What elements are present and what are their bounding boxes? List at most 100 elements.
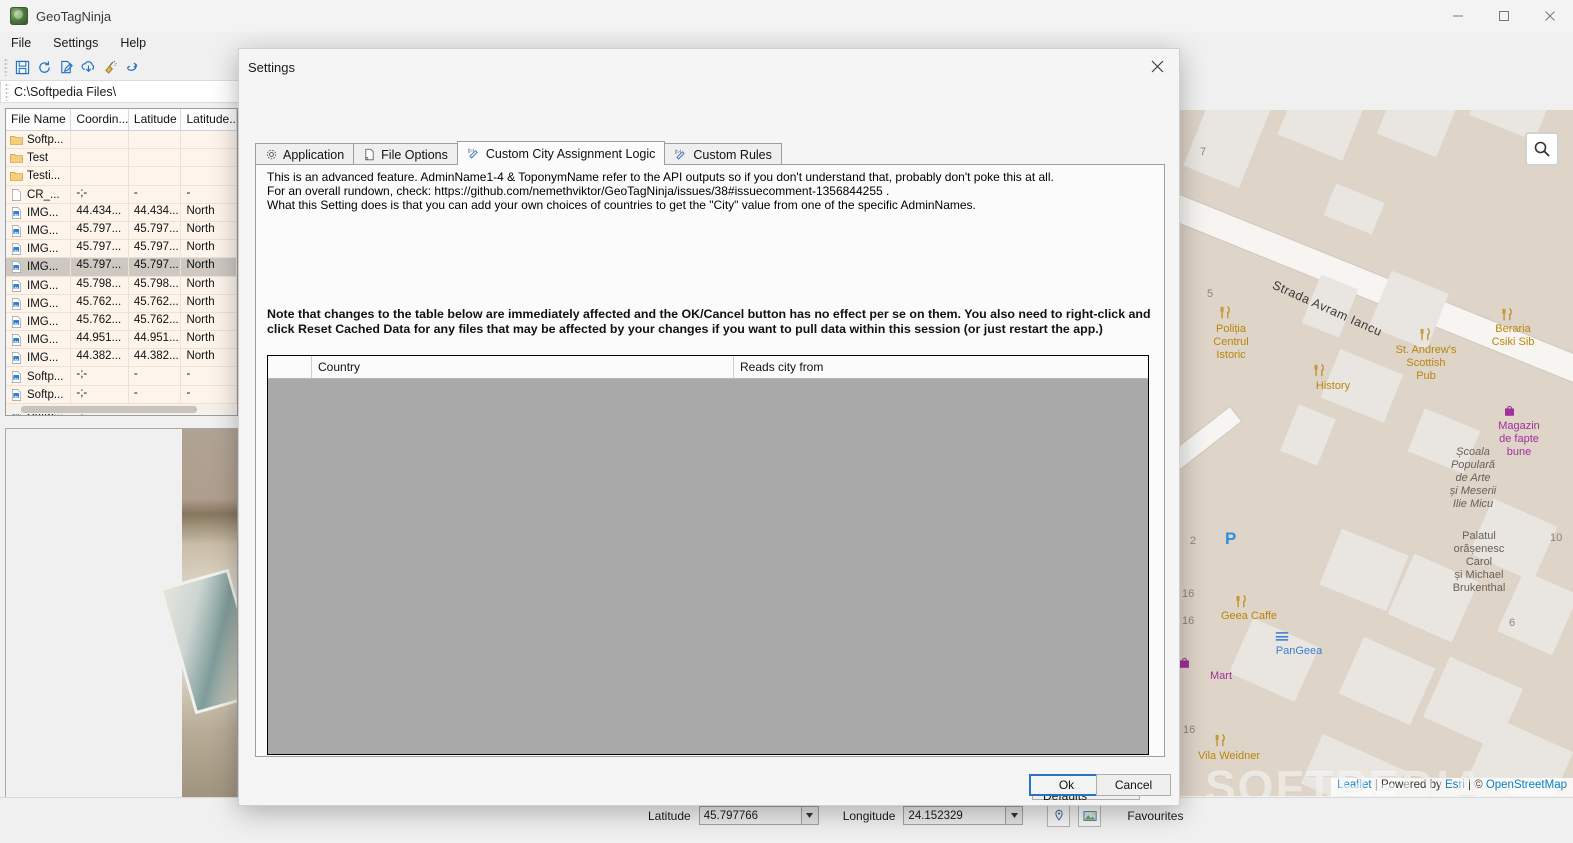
image-icon: [12, 334, 21, 347]
table-row[interactable]: IMG... 45.762... 45.762... North: [6, 294, 237, 313]
cell-file-name: Testi...: [6, 167, 72, 185]
maximize-icon[interactable]: [1481, 0, 1527, 32]
table-row[interactable]: IMG... 44.434... 44.434... North: [6, 203, 237, 222]
grid-column-reads-city-from[interactable]: Reads city from: [734, 356, 1148, 378]
coordinate-controls: Latitude 45.797766 Longitude 24.152329 F: [648, 804, 1183, 827]
table-row[interactable]: IMG... 45.797... 45.797... North: [6, 258, 237, 277]
menu-item-settings[interactable]: Settings: [42, 34, 109, 52]
file-list[interactable]: File Name Coordin... Latitude Latitude..…: [5, 108, 238, 416]
leaflet-link[interactable]: Leaflet: [1337, 779, 1372, 791]
toolbar-grip[interactable]: [4, 58, 8, 76]
column-header-file-name[interactable]: File Name: [6, 109, 72, 130]
map-poi-icon: [1218, 306, 1231, 321]
cell-coordinates: 45.797...: [71, 221, 129, 240]
help-line-3: What this Setting does is that you can a…: [267, 198, 976, 212]
cell-coordinates: 45.762...: [71, 294, 129, 312]
country-city-grid[interactable]: Country Reads city from: [267, 355, 1149, 755]
redo-arrow-icon[interactable]: [121, 56, 143, 78]
longitude-field[interactable]: 24.152329: [903, 806, 1024, 825]
map-panel[interactable]: Strada Avram Iancu 752616161610119Histor…: [1178, 110, 1573, 796]
map-pin-button[interactable]: [1047, 804, 1071, 827]
github-issue-link[interactable]: https://github.com/nemethviktor/GeoTagNi…: [434, 184, 882, 198]
table-row[interactable]: Testi...: [6, 167, 237, 186]
image-icon: [12, 370, 21, 383]
tab-custom-city-assignment-logic[interactable]: |▷| Custom City Assignment Logic: [456, 141, 666, 165]
gear-icon: [266, 149, 277, 160]
tab-custom-rules[interactable]: |▷| Custom Rules: [664, 143, 782, 165]
table-row[interactable]: IMG... 44.951... 44.951... North: [6, 331, 237, 350]
save-icon[interactable]: [11, 56, 33, 78]
file-name-text: IMG...: [27, 315, 59, 328]
application-window: GeoTagNinja File Settings Help C:\Softpe…: [0, 0, 1573, 843]
latitude-field[interactable]: 45.797766: [698, 806, 819, 825]
esri-link[interactable]: Esri: [1445, 779, 1465, 791]
openstreetmap-link[interactable]: OpenStreetMap: [1486, 779, 1567, 791]
cell-latitude-ref: [181, 167, 237, 185]
table-row[interactable]: CR_... -;- - -: [6, 185, 237, 204]
map-poi-icon: [1312, 364, 1325, 379]
cell-latitude-ref: North: [181, 276, 237, 294]
table-row[interactable]: IMG... 45.797... 45.797... North: [6, 221, 237, 241]
table-row[interactable]: Test: [6, 149, 237, 168]
map-poi-label: Mart: [1210, 670, 1232, 682]
file-name-text: IMG...: [27, 206, 59, 219]
file-name-text: IMG...: [27, 243, 59, 256]
tab-custom-city-assignment-logic-label: Custom City Assignment Logic: [485, 146, 656, 161]
cell-coordinates: -;-: [71, 385, 129, 403]
grid-column-country[interactable]: Country: [312, 356, 734, 378]
tab-application[interactable]: Application: [255, 143, 355, 165]
close-icon: [1151, 60, 1163, 72]
scrollbar-thumb[interactable]: [21, 406, 197, 413]
chevron-down-icon[interactable]: [800, 807, 818, 824]
table-row[interactable]: Softp...-;---: [6, 367, 237, 386]
table-row[interactable]: IMG... 45.798... 45.798... North: [6, 276, 237, 295]
table-row[interactable]: IMG... 45.762... 45.762... North: [6, 312, 237, 332]
map-search-button[interactable]: [1525, 132, 1559, 166]
cell-latitude: 45.798...: [129, 276, 182, 294]
map-house-number: 5: [1207, 288, 1214, 300]
table-row[interactable]: IMG... 45.797... 45.797... North: [6, 240, 237, 259]
cell-coordinates: 45.798...: [71, 276, 129, 294]
file-icon: [365, 148, 374, 161]
table-row[interactable]: Softp...-;---: [6, 385, 237, 404]
map-house-number: 2: [1190, 535, 1197, 547]
edit-file-icon[interactable]: [55, 56, 77, 78]
refresh-icon[interactable]: [33, 56, 55, 78]
column-header-latitude-ref[interactable]: Latitude...: [181, 109, 237, 130]
image-map-button[interactable]: [1078, 804, 1102, 827]
menu-item-file[interactable]: File: [0, 34, 42, 52]
file-list-hscrollbar[interactable]: [7, 404, 237, 414]
file-name-text: Softp...: [27, 388, 64, 401]
cell-latitude-ref: -: [181, 185, 237, 203]
settings-dialog-titlebar: Settings: [239, 49, 1179, 85]
menu-item-help[interactable]: Help: [109, 34, 157, 52]
file-name-text: IMG...: [27, 334, 59, 347]
map-poi-label: Beraria Csiki Sib: [1491, 323, 1535, 348]
path-bar[interactable]: C:\Softpedia Files\: [0, 80, 240, 103]
cell-file-name: IMG...: [6, 203, 72, 221]
minimize-icon[interactable]: [1435, 0, 1481, 32]
table-row[interactable]: Softp...: [6, 131, 237, 150]
download-icon[interactable]: [77, 56, 99, 78]
cell-latitude: 45.797...: [129, 221, 182, 240]
column-header-latitude[interactable]: Latitude: [129, 109, 182, 130]
close-icon[interactable]: [1527, 0, 1573, 32]
cell-latitude: 44.951...: [129, 331, 182, 349]
tab-application-label: Application: [283, 147, 345, 162]
file-name-text: Softp...: [27, 370, 64, 383]
help-line-2-suffix: .: [882, 184, 890, 198]
cancel-button[interactable]: Cancel: [1096, 774, 1171, 796]
cell-file-name: IMG...: [6, 221, 72, 240]
ok-button[interactable]: Ok: [1029, 774, 1104, 796]
image-preview-panel: [5, 428, 238, 816]
broom-clean-icon[interactable]: [99, 56, 121, 78]
chevron-down-icon[interactable]: [1005, 807, 1023, 824]
grid-column-selector[interactable]: [268, 356, 312, 378]
path-bar-grip[interactable]: [5, 82, 9, 101]
settings-close-button[interactable]: [1135, 49, 1179, 83]
table-row[interactable]: IMG... 44.382... 44.382... North: [6, 349, 237, 368]
cell-coordinates: [71, 149, 129, 167]
map-poi-icon: [1213, 734, 1226, 749]
tab-file-options[interactable]: File Options: [353, 143, 458, 165]
column-header-coordinates[interactable]: Coordin...: [71, 109, 129, 130]
